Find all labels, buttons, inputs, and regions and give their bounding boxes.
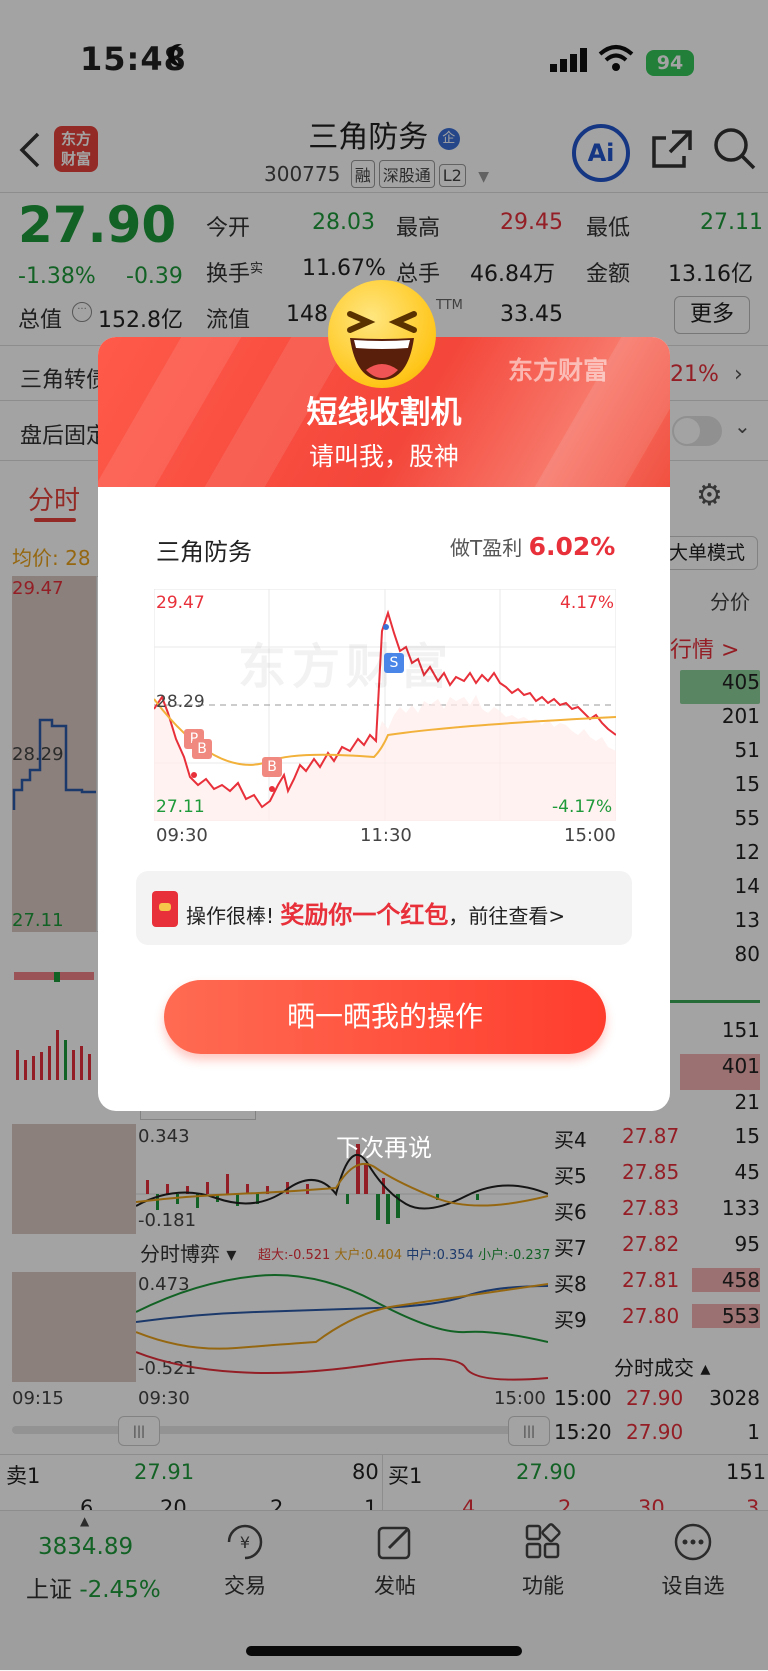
sell-marker-s: S — [384, 653, 404, 673]
later-link[interactable]: 下次再说 — [0, 1128, 768, 1163]
chart-y-top: 29.47 — [156, 593, 205, 613]
modal-stock-name: 三角防务 — [156, 538, 252, 566]
reward-prefix: 操作很棒! — [186, 904, 275, 928]
reward-text: 操作很棒! 奖励你一个红包，前往查看> — [186, 895, 565, 930]
chart-x-1500: 15:00 — [564, 825, 616, 846]
red-envelope-icon — [152, 891, 178, 927]
modal-title: 短线收割机 — [306, 395, 462, 431]
modal-brand-watermark: 东方财富 — [508, 356, 609, 385]
buy-marker-b2: B — [192, 739, 212, 759]
chart-x-1130: 11:30 — [360, 825, 412, 846]
chart-pct-low: -4.17% — [552, 797, 613, 817]
promo-modal: 东方财富 短线收割机 请叫我，股神 三角防务 做T盈利 6.02% 东方财富 2… — [98, 337, 670, 1111]
chart-x-0930: 09:30 — [156, 825, 208, 846]
profit-value: 6.02% — [528, 532, 616, 561]
modal-chart — [154, 589, 616, 821]
chart-pct-top: 4.17% — [560, 593, 615, 613]
modal-subtitle: 请叫我，股神 — [308, 442, 459, 471]
modal-profit: 做T盈利 6.02% — [450, 532, 615, 561]
laughing-emoji-icon — [328, 280, 436, 388]
profit-label: 做T盈利 — [450, 536, 523, 560]
reward-banner[interactable]: 操作很棒! 奖励你一个红包，前往查看> — [136, 871, 632, 945]
reward-highlight: 奖励你一个红包 — [280, 901, 449, 929]
chart-y-mid: 28.29 — [156, 692, 205, 712]
share-operation-button[interactable]: 晒一晒我的操作 — [164, 980, 606, 1054]
reward-suffix: ，前往查看> — [448, 904, 566, 928]
buy-marker-b3: B — [262, 757, 282, 777]
chart-y-low: 27.11 — [156, 797, 205, 817]
chart-watermark: 东方财富 — [238, 639, 455, 695]
